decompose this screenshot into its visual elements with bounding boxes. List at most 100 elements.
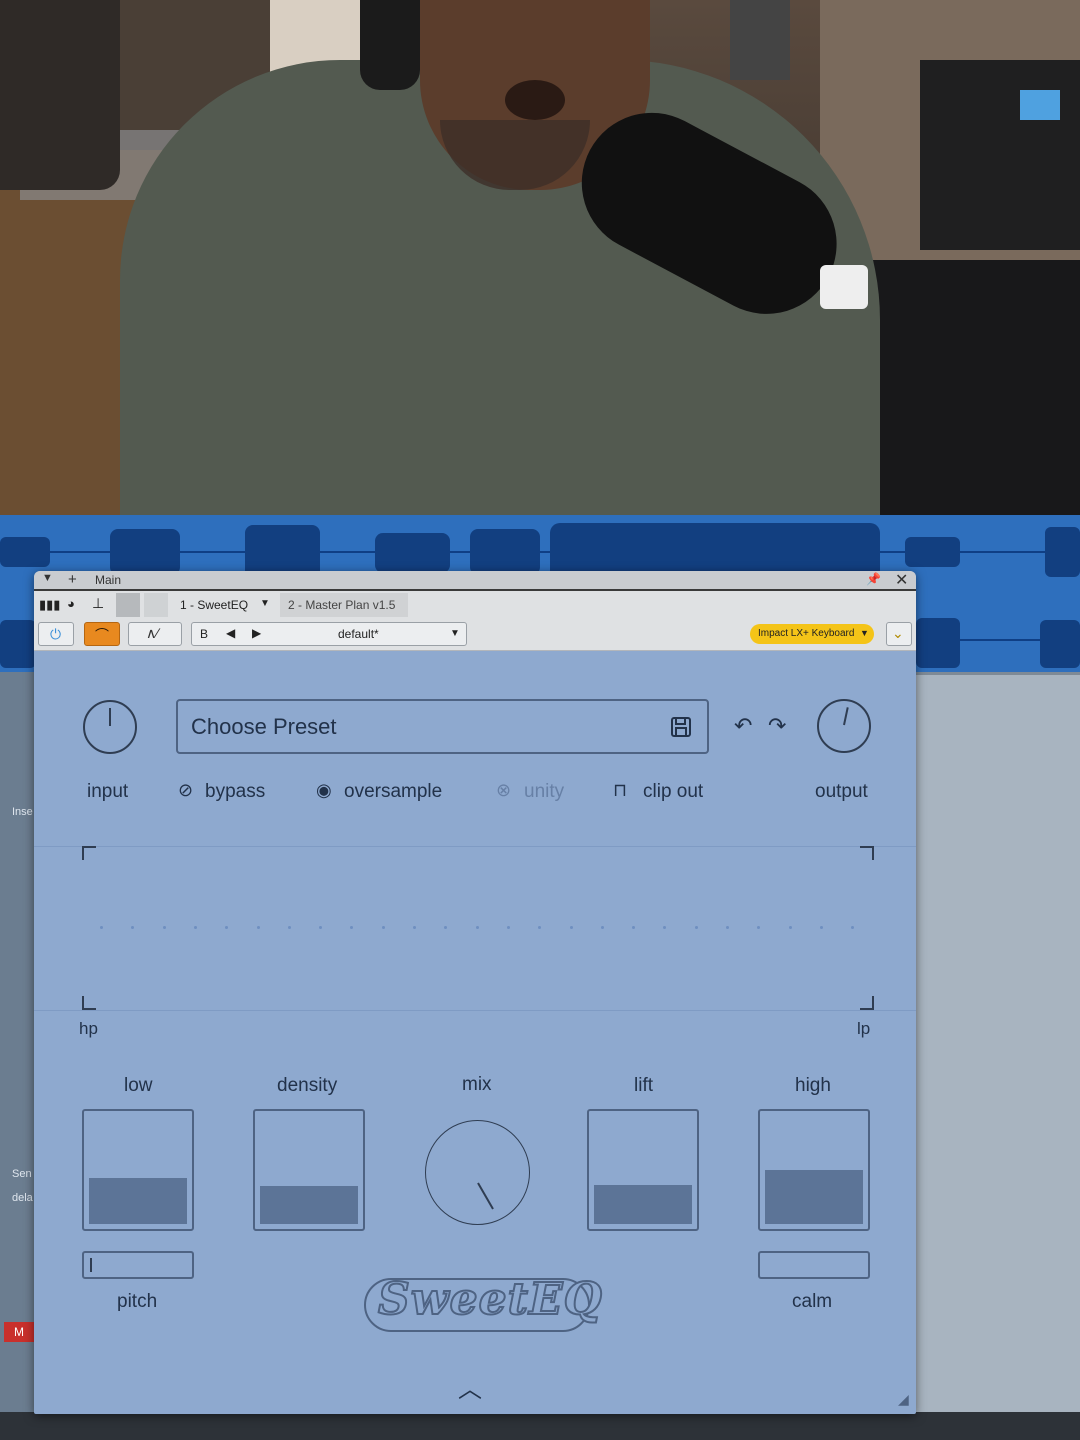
density-label: density [277, 1075, 338, 1096]
knob-pointer [109, 708, 111, 726]
corner-mark [860, 846, 874, 860]
sidechain-icon[interactable] [116, 593, 140, 617]
lift-fader[interactable] [587, 1109, 699, 1231]
mute-button[interactable]: M [4, 1322, 34, 1342]
spectrum-dot [193, 926, 197, 929]
unity-icon[interactable]: ⊗ [496, 780, 511, 801]
preset-browser: B ◀ ▶ default* ▼ [191, 622, 467, 646]
collapse-icon[interactable]: ▼ [42, 572, 53, 584]
compare-icon[interactable]: B [200, 627, 208, 641]
power-button[interactable]: ⏻ [38, 622, 74, 646]
mix-knob[interactable] [425, 1120, 530, 1225]
spectrum-dot [225, 926, 229, 929]
spectrum-dot [131, 926, 135, 929]
oversample-icon[interactable]: ◉ [316, 780, 332, 801]
power-icon: ⏻ [50, 626, 62, 642]
delay-label: dela [12, 1192, 33, 1204]
chevron-down-icon[interactable]: ▼ [260, 598, 270, 609]
add-icon[interactable]: + [68, 571, 77, 588]
chevron-down-icon[interactable]: ▼ [450, 628, 460, 639]
preset-name-dropdown[interactable]: default* [338, 627, 379, 641]
choose-preset-field[interactable]: Choose Preset [176, 699, 709, 754]
unity-toggle[interactable]: unity [524, 781, 564, 803]
low-fader[interactable] [82, 1109, 194, 1231]
activate-button[interactable]: ⌒ [84, 622, 120, 646]
spectrum-dot [256, 926, 260, 929]
preset-toolbar: ⏻ ⌒ ∧∕ B ◀ ▶ default* ▼ Impact LX+ Keybo… [34, 619, 916, 651]
expand-panel-icon[interactable]: ︿ [458, 1369, 482, 1404]
oversample-toggle[interactable]: oversample [344, 781, 442, 803]
lift-label: lift [634, 1075, 653, 1096]
output-knob[interactable] [817, 699, 871, 753]
synth-rack [920, 60, 1080, 250]
mic-mount [730, 0, 790, 80]
spectrum-dot [726, 926, 729, 929]
input-knob[interactable] [83, 700, 137, 754]
high-fader[interactable] [758, 1109, 870, 1231]
track-name: 2 - Master Plan v1.5 [288, 598, 396, 612]
keyboard-badge[interactable]: Impact LX+ Keyboard ▼ [750, 624, 874, 644]
corner-mark [82, 996, 96, 1010]
hp-label: hp [79, 1019, 98, 1038]
curve-icon: ∧∕ [146, 625, 159, 641]
calm-slider[interactable] [758, 1251, 870, 1279]
pin-icon[interactable]: 📌 [866, 572, 881, 586]
pitch-label: pitch [117, 1291, 158, 1312]
routing-icon[interactable]: ⊥ [92, 595, 104, 612]
rack-display [1020, 90, 1060, 120]
headphone-left [360, 0, 420, 90]
pitch-slider[interactable] [82, 1251, 194, 1279]
small-white-device [820, 265, 868, 309]
filter-display[interactable] [82, 846, 874, 1010]
output-label: output [815, 781, 868, 802]
resize-handle-icon[interactable]: ◢ [898, 1391, 909, 1408]
density-fader[interactable] [253, 1109, 365, 1231]
spectrum-dot [757, 926, 761, 929]
clip-out-toggle[interactable]: clip out [643, 781, 703, 803]
automation-button[interactable]: ∧∕ [128, 622, 182, 646]
spectrum-dot [694, 926, 698, 929]
low-label: low [124, 1075, 153, 1096]
spectrum-dot [475, 926, 479, 929]
spectrum-dot [444, 926, 448, 929]
insert-slot-selector[interactable]: 1 - SweetEQ [180, 598, 248, 612]
sweeteq-logo: SweetEQ [364, 1273, 603, 1332]
calm-label: calm [792, 1291, 833, 1312]
prev-preset-icon[interactable]: ◀ [226, 626, 235, 640]
corner-mark [82, 846, 96, 860]
arrange-empty-area [916, 672, 1080, 1440]
spectrum-dot [350, 926, 354, 929]
spectrum-dot [413, 926, 416, 929]
window-titlebar[interactable]: ▼ + Main 📌 ✕ [34, 571, 916, 591]
spectrum-dot [819, 926, 823, 929]
undo-icon[interactable]: ↶ [734, 713, 752, 739]
chevron-down-icon: ▼ [860, 628, 869, 638]
save-icon[interactable] [670, 716, 692, 738]
high-fader-fill [765, 1170, 863, 1224]
spectrum-dot [381, 926, 385, 929]
midi-icon[interactable] [144, 593, 168, 617]
expand-button[interactable]: ⌄ [886, 622, 912, 646]
pitch-slider-thumb[interactable] [90, 1258, 92, 1272]
high-label: high [795, 1075, 831, 1096]
density-fader-fill [260, 1186, 358, 1224]
redo-icon[interactable]: ↷ [768, 713, 786, 739]
rack-icon[interactable]: ▮▮▮ [39, 597, 60, 613]
bypass-icon[interactable]: ⊘ [178, 780, 193, 801]
spectrum-dot [569, 926, 573, 929]
automation-icon[interactable]: ◕ [67, 596, 75, 611]
bypass-toggle[interactable]: bypass [205, 781, 265, 803]
knob-pointer [476, 1182, 494, 1210]
plugin-host-toolbar: ▮▮▮ ◕ ⊥ 1 - SweetEQ ▼ 2 - Master Plan v1… [34, 591, 916, 619]
knob-pointer [843, 707, 849, 726]
input-label: input [87, 781, 129, 802]
choose-preset-label: Choose Preset [191, 714, 337, 739]
mix-label: mix [462, 1074, 492, 1095]
couch [0, 0, 120, 190]
lift-fader-fill [594, 1185, 692, 1224]
clip-out-icon[interactable]: ⊓ [613, 780, 627, 801]
logo-text: SweetEQ [377, 1273, 603, 1326]
next-preset-icon[interactable]: ▶ [252, 626, 261, 640]
close-icon[interactable]: ✕ [895, 571, 908, 590]
spectrum-dot [319, 926, 323, 929]
